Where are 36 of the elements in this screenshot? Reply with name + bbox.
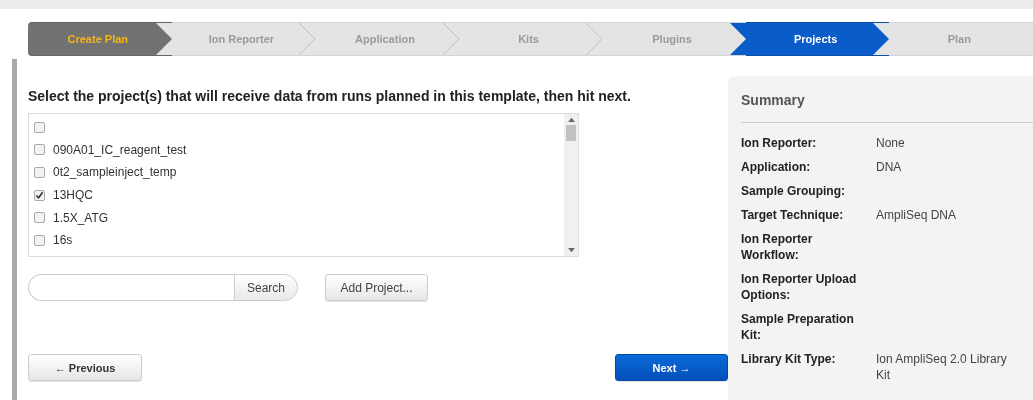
previous-button[interactable]: ← Previous	[28, 354, 142, 381]
summary-label: Application:	[741, 159, 812, 175]
project-checkbox[interactable]	[34, 167, 45, 178]
project-name: 0t2_sampleinject_temp	[53, 165, 177, 180]
summary-value: AmpliSeq DNA	[876, 207, 958, 223]
wizard-step[interactable]: Projects	[745, 22, 890, 56]
scroll-up-icon[interactable]	[567, 117, 575, 122]
summary-value: DNA	[876, 159, 903, 175]
project-checkbox[interactable]	[34, 121, 45, 133]
summary-label: Target Technique:	[741, 207, 845, 223]
summary-value: None	[876, 135, 906, 151]
project-checkbox[interactable]	[34, 212, 45, 224]
next-button[interactable]: Next →	[615, 354, 728, 381]
search-button[interactable]: Search	[234, 274, 298, 301]
project-name: 090A01_IC_reagent_test	[53, 142, 187, 157]
summary-title: Summary	[741, 76, 1033, 123]
project-checkbox[interactable]	[34, 234, 45, 246]
scroll-down-icon[interactable]	[567, 248, 575, 253]
project-name: 16s	[53, 233, 73, 248]
search-field[interactable]	[28, 274, 234, 301]
project-name: 1.5X_ATG	[53, 210, 109, 225]
summary-label: Ion Reporter Workflow:	[741, 231, 814, 263]
scroll-thumb[interactable]	[566, 125, 576, 141]
summary-value: Ion AmpliSeq 2.0 Library Kit	[876, 351, 1008, 383]
instruction-text: Select the project(s) that will receive data from runs planned in this template, then hit next.	[28, 88, 632, 104]
project-checkbox[interactable]	[34, 144, 45, 156]
add-project-button[interactable]: Add Project...	[325, 274, 428, 301]
summary-label: Library Kit Type:	[741, 351, 837, 368]
summary-label: Ion Reporter:	[741, 135, 818, 151]
scrollbar[interactable]	[564, 114, 578, 256]
summary-label: Sample Preparation Kit:	[741, 311, 855, 343]
project-name: 13HQC	[53, 188, 93, 203]
summary-label: Ion Reporter Upload Options:	[741, 271, 858, 303]
summary-label: Sample Grouping:	[741, 183, 846, 199]
project-list[interactable]: 090A01_IC_reagent_test 0t2_sampleinject_temp 13HQC 1.5X_ATG 16s	[28, 113, 579, 257]
project-checkbox[interactable]	[34, 189, 45, 201]
